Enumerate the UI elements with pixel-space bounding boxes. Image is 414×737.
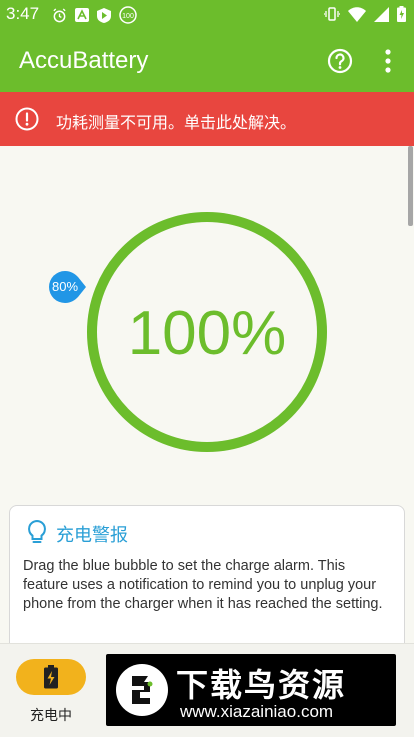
svg-text:100: 100 — [122, 13, 134, 20]
nav-item-charging[interactable] — [16, 659, 86, 695]
wifi-icon — [348, 6, 366, 22]
battery-charging-icon — [397, 6, 406, 22]
status-left-icons: 100 — [52, 6, 137, 24]
signal-icon — [374, 6, 389, 22]
power-measurement-banner[interactable]: 功耗测量不可用。单击此处解决。 — [0, 92, 414, 146]
error-icon — [15, 107, 39, 131]
status-bar: 3:47 100 — [0, 0, 414, 28]
app-a-icon — [75, 8, 89, 22]
banner-text: 功耗测量不可用。单击此处解决。 — [56, 115, 297, 132]
app-bar: AccuBattery — [0, 28, 414, 92]
charging-battery-icon — [44, 665, 58, 689]
help-icon[interactable] — [326, 47, 354, 75]
alarm-bubble-label: 80% — [51, 279, 79, 294]
overflow-menu-icon[interactable] — [374, 44, 402, 78]
card-title: 充电警报 — [56, 525, 128, 545]
card-body: Drag the blue bubble to set the charge a… — [23, 558, 383, 612]
app-title: AccuBattery — [19, 47, 149, 74]
vibrate-icon — [324, 7, 340, 21]
badge-100-icon: 100 — [119, 6, 137, 24]
charge-percent: 100% — [127, 299, 287, 368]
nav-item-charging-label: 充电中 — [30, 707, 72, 723]
status-time: 3:47 — [6, 4, 40, 23]
watermark-bird-logo — [116, 664, 168, 716]
status-right-icons — [324, 6, 406, 22]
watermark-url: www.xiazainiao.com — [180, 702, 334, 721]
lightbulb-icon — [28, 519, 46, 543]
alarm-bubble[interactable]: 80% — [48, 270, 88, 304]
play-shield-icon — [97, 7, 111, 23]
watermark: 下载鸟资源 www.xiazainiao.com — [106, 654, 396, 726]
watermark-title: 下载鸟资源 — [176, 667, 347, 703]
alarm-clock-icon — [53, 7, 66, 22]
scrollbar[interactable] — [408, 146, 413, 226]
